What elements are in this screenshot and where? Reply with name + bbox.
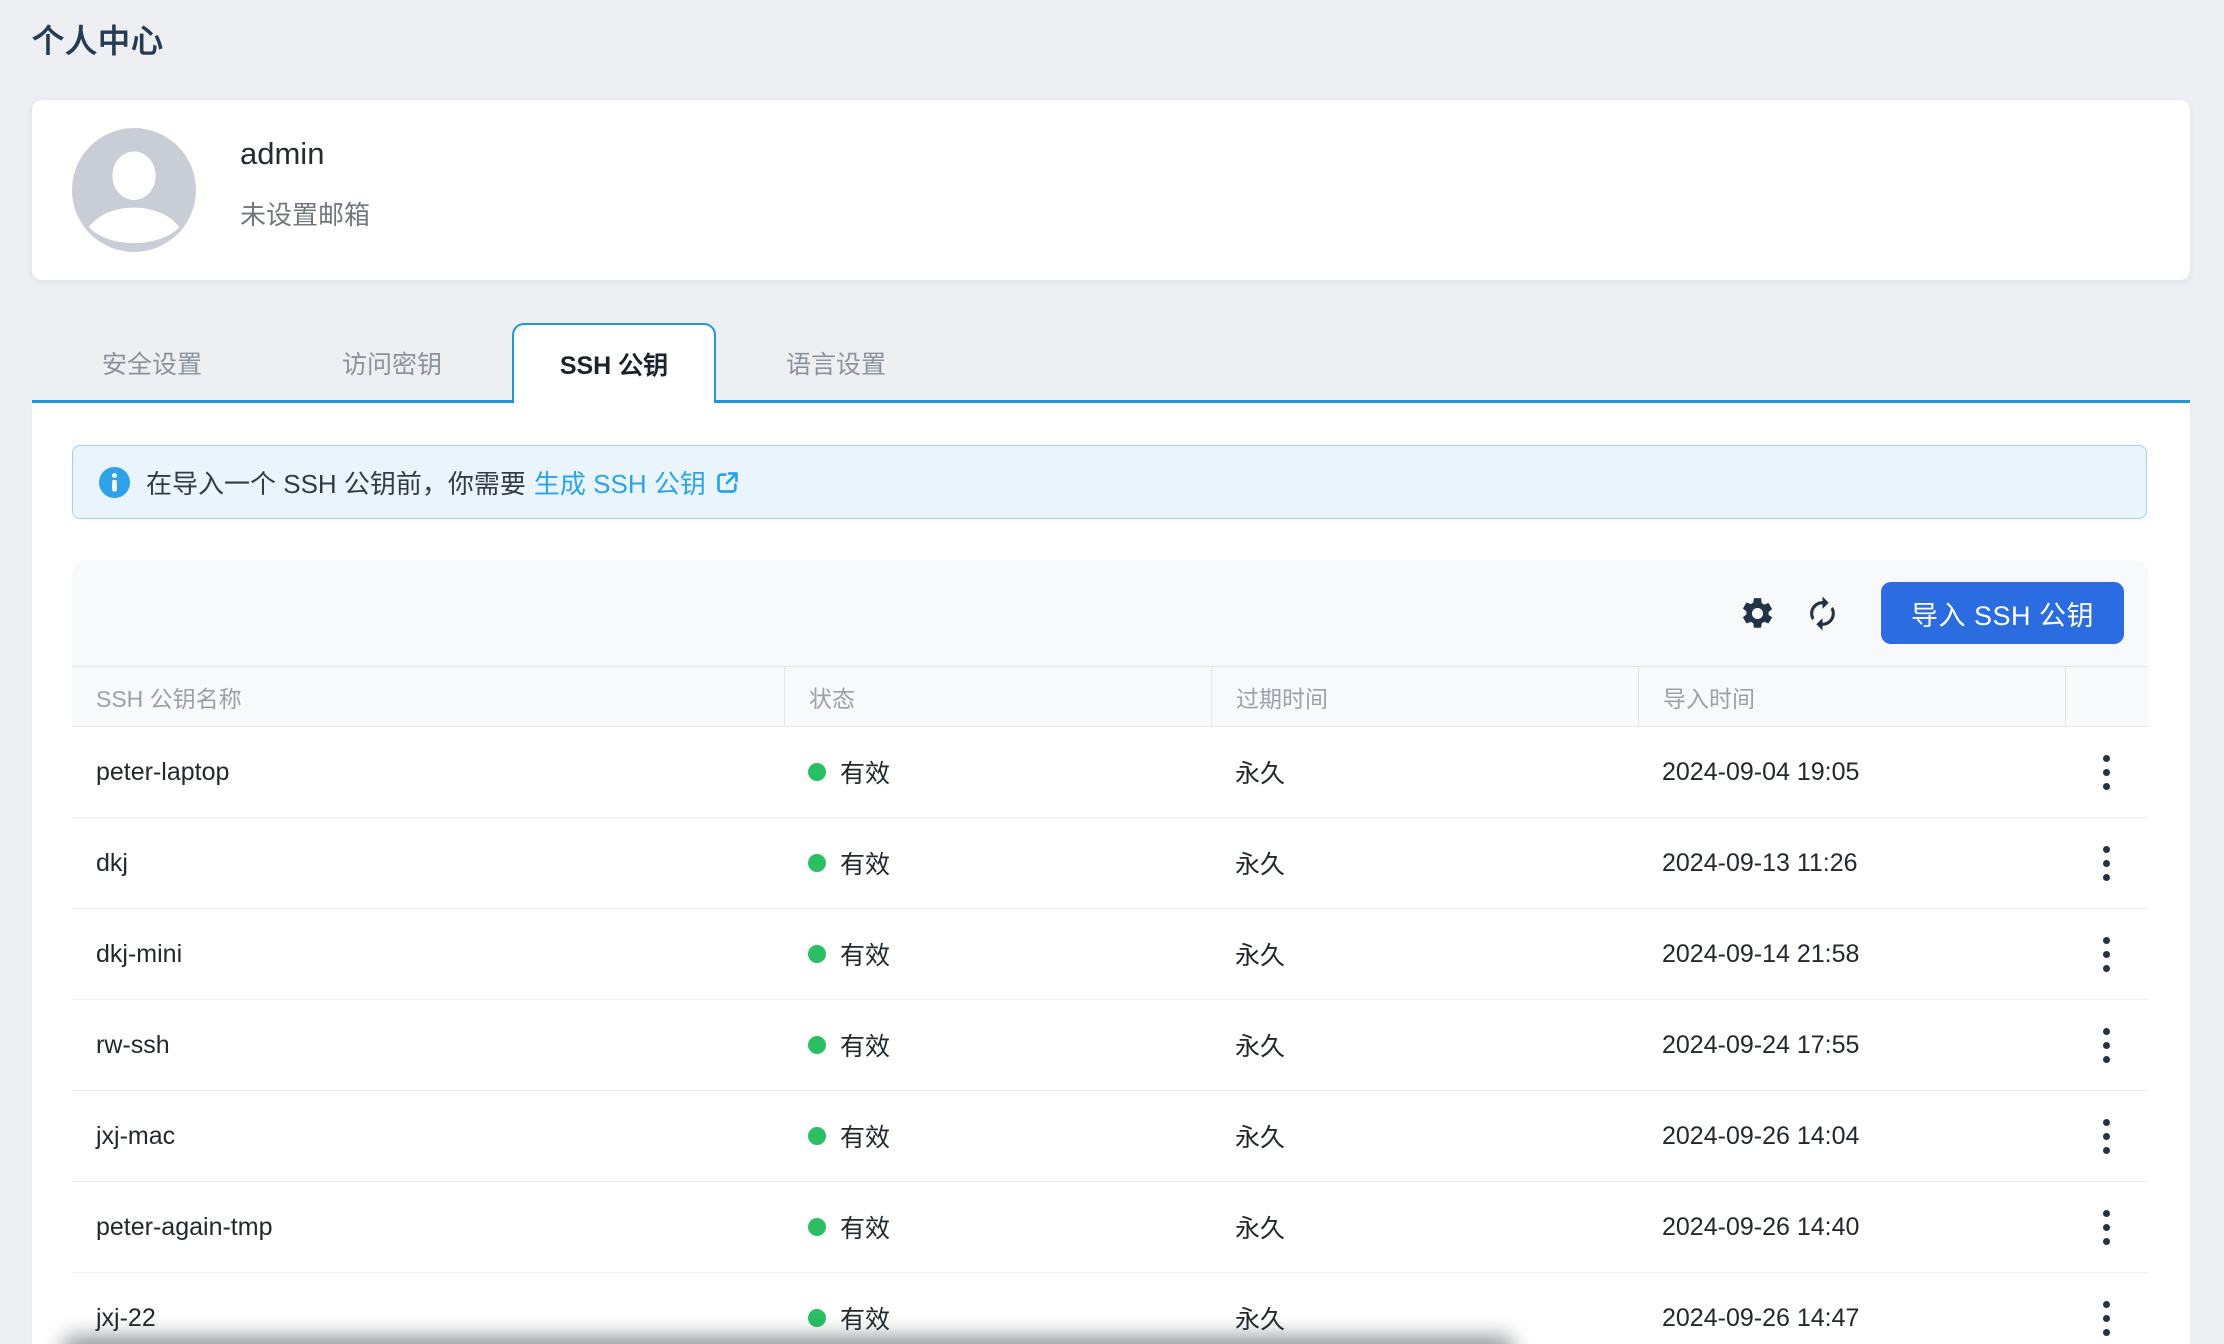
row-actions-kebab-icon[interactable]	[2097, 1022, 2116, 1069]
profile-email: 未设置邮箱	[240, 195, 370, 232]
expiry-cell: 永久	[1211, 1182, 1638, 1272]
column-header-imported: 导入时间	[1638, 667, 2065, 726]
table-row: peter-laptop 有效 永久 2024-09-04 19:05	[72, 727, 2148, 818]
ssh-key-table-block: 导入 SSH 公钥 SSH 公钥名称 状态 过期时间 导入时间 peter-la…	[72, 560, 2148, 1344]
table-row: dkj-mini 有效 永久 2024-09-14 21:58	[72, 909, 2148, 1000]
row-actions-kebab-icon[interactable]	[2097, 1295, 2116, 1342]
tab-ssh-keys[interactable]: SSH 公钥	[512, 323, 716, 403]
status-dot-icon	[808, 763, 826, 781]
profile-username: admin	[240, 136, 324, 172]
actions-cell	[2065, 1000, 2148, 1090]
page-title: 个人中心	[32, 16, 164, 62]
status-label: 有效	[840, 1300, 890, 1336]
ssh-key-name-cell: dkj-mini	[72, 909, 784, 999]
bottom-scrollbar-shadow	[62, 1336, 1514, 1344]
import-ssh-key-button[interactable]: 导入 SSH 公钥	[1881, 582, 2124, 644]
status-dot-icon	[808, 1127, 826, 1145]
actions-cell	[2065, 1273, 2148, 1344]
table-row: peter-again-tmp 有效 永久 2024-09-26 14:40	[72, 1182, 2148, 1273]
ssh-key-name-cell: dkj	[72, 818, 784, 908]
generate-ssh-key-link[interactable]: 生成 SSH 公钥	[534, 464, 741, 501]
column-header-actions	[2065, 667, 2148, 726]
ssh-key-name-cell: jxj-mac	[72, 1091, 784, 1181]
ssh-key-name-cell: rw-ssh	[72, 1000, 784, 1090]
actions-cell	[2065, 818, 2148, 908]
status-dot-icon	[808, 1036, 826, 1054]
profile-card: admin 未设置邮箱	[32, 100, 2190, 280]
expiry-cell: 永久	[1211, 818, 1638, 908]
info-icon	[99, 467, 130, 498]
actions-cell	[2065, 727, 2148, 817]
status-cell: 有效	[784, 818, 1211, 908]
status-cell: 有效	[784, 1182, 1211, 1272]
status-cell: 有效	[784, 909, 1211, 999]
ssh-key-name-cell: jxj-22	[72, 1273, 784, 1344]
status-dot-icon	[808, 854, 826, 872]
imported-time-cell: 2024-09-13 11:26	[1638, 818, 2065, 908]
table-row: jxj-mac 有效 永久 2024-09-26 14:04	[72, 1091, 2148, 1182]
external-link-icon	[714, 469, 741, 496]
table-row: rw-ssh 有效 永久 2024-09-24 17:55	[72, 1000, 2148, 1091]
table-header-row: SSH 公钥名称 状态 过期时间 导入时间	[72, 666, 2148, 727]
info-banner: 在导入一个 SSH 公钥前，你需要 生成 SSH 公钥	[72, 445, 2147, 519]
ssh-keys-panel: 在导入一个 SSH 公钥前，你需要 生成 SSH 公钥 导入 SSH 公钥	[32, 403, 2190, 1344]
status-cell: 有效	[784, 1273, 1211, 1344]
expiry-cell: 永久	[1211, 1273, 1638, 1344]
status-cell: 有效	[784, 727, 1211, 817]
status-cell: 有效	[784, 1091, 1211, 1181]
expiry-cell: 永久	[1211, 1091, 1638, 1181]
actions-cell	[2065, 1182, 2148, 1272]
actions-cell	[2065, 1091, 2148, 1181]
imported-time-cell: 2024-09-04 19:05	[1638, 727, 2065, 817]
status-dot-icon	[808, 945, 826, 963]
row-actions-kebab-icon[interactable]	[2097, 1204, 2116, 1251]
expiry-cell: 永久	[1211, 909, 1638, 999]
column-header-status: 状态	[784, 667, 1211, 726]
imported-time-cell: 2024-09-24 17:55	[1638, 1000, 2065, 1090]
column-header-name: SSH 公钥名称	[72, 667, 784, 726]
avatar	[72, 128, 196, 252]
row-actions-kebab-icon[interactable]	[2097, 931, 2116, 978]
imported-time-cell: 2024-09-26 14:47	[1638, 1273, 2065, 1344]
tab-security-settings[interactable]: 安全设置	[32, 323, 272, 403]
status-cell: 有效	[784, 1000, 1211, 1090]
status-label: 有效	[840, 845, 890, 881]
status-label: 有效	[840, 936, 890, 972]
table-row: jxj-22 有效 永久 2024-09-26 14:47	[72, 1273, 2148, 1344]
row-actions-kebab-icon[interactable]	[2097, 1113, 2116, 1160]
status-dot-icon	[808, 1309, 826, 1327]
status-dot-icon	[808, 1218, 826, 1236]
actions-cell	[2065, 909, 2148, 999]
ssh-key-name-cell: peter-again-tmp	[72, 1182, 784, 1272]
row-actions-kebab-icon[interactable]	[2097, 840, 2116, 887]
table-row: dkj 有效 永久 2024-09-13 11:26	[72, 818, 2148, 909]
status-label: 有效	[840, 754, 890, 790]
table-toolbar: 导入 SSH 公钥	[72, 560, 2148, 666]
row-actions-kebab-icon[interactable]	[2097, 749, 2116, 796]
ssh-key-name-cell: peter-laptop	[72, 727, 784, 817]
tab-access-keys[interactable]: 访问密钥	[272, 323, 512, 403]
status-label: 有效	[840, 1209, 890, 1245]
column-header-expiry: 过期时间	[1211, 667, 1638, 726]
imported-time-cell: 2024-09-26 14:04	[1638, 1091, 2065, 1181]
imported-time-cell: 2024-09-14 21:58	[1638, 909, 2065, 999]
expiry-cell: 永久	[1211, 727, 1638, 817]
status-label: 有效	[840, 1118, 890, 1154]
status-label: 有效	[840, 1027, 890, 1063]
imported-time-cell: 2024-09-26 14:40	[1638, 1182, 2065, 1272]
personal-center-page: 个人中心 admin 未设置邮箱 安全设置 访问密钥 SSH 公钥 语言设置 在…	[0, 0, 2224, 1344]
expiry-cell: 永久	[1211, 1000, 1638, 1090]
tab-language-settings[interactable]: 语言设置	[716, 323, 956, 403]
refresh-icon[interactable]	[1804, 595, 1841, 632]
banner-text: 在导入一个 SSH 公钥前，你需要	[146, 464, 526, 501]
gear-icon[interactable]	[1739, 595, 1776, 632]
tab-bar: 安全设置 访问密钥 SSH 公钥 语言设置	[32, 323, 2190, 403]
table-body: peter-laptop 有效 永久 2024-09-04 19:05 dkj …	[72, 727, 2148, 1344]
